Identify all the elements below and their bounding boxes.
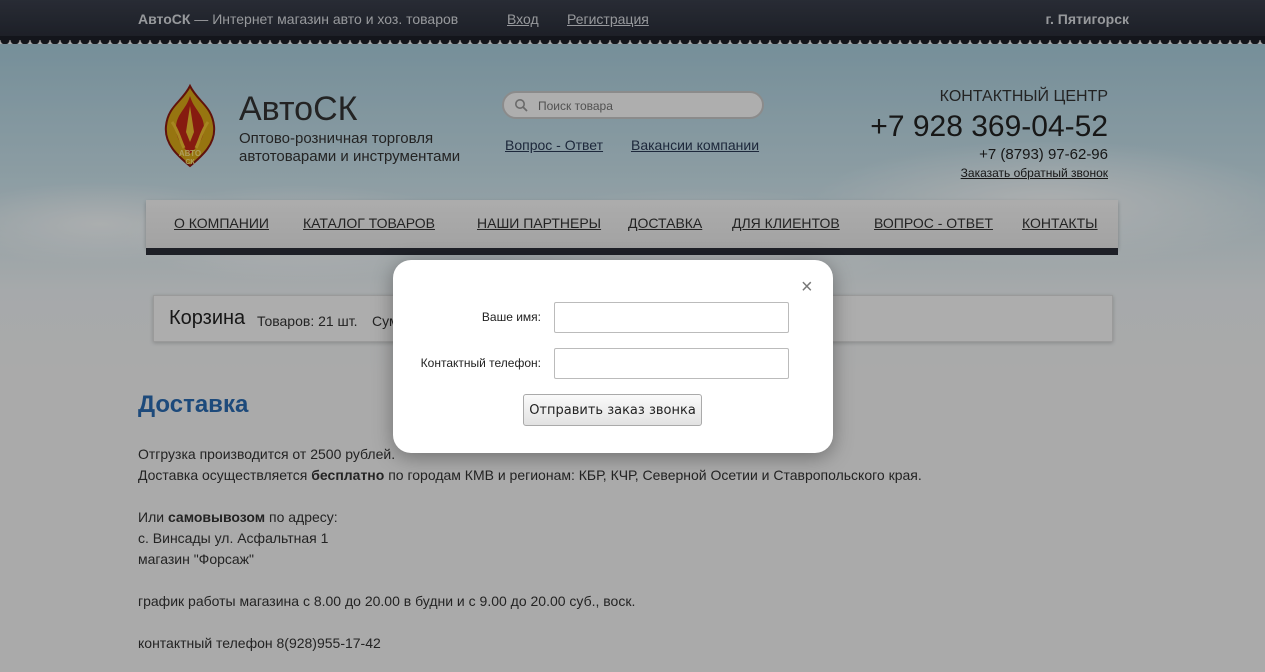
name-label: Ваше имя: xyxy=(481,310,541,324)
callback-modal: × Ваше имя: Контактный телефон: Отправит… xyxy=(393,260,833,453)
submit-callback-button[interactable]: Отправить заказ звонка xyxy=(523,394,702,426)
phone-label: Контактный телефон: xyxy=(420,356,541,370)
name-field[interactable] xyxy=(554,302,789,333)
close-icon[interactable]: × xyxy=(801,276,813,299)
phone-field[interactable] xyxy=(554,348,789,379)
